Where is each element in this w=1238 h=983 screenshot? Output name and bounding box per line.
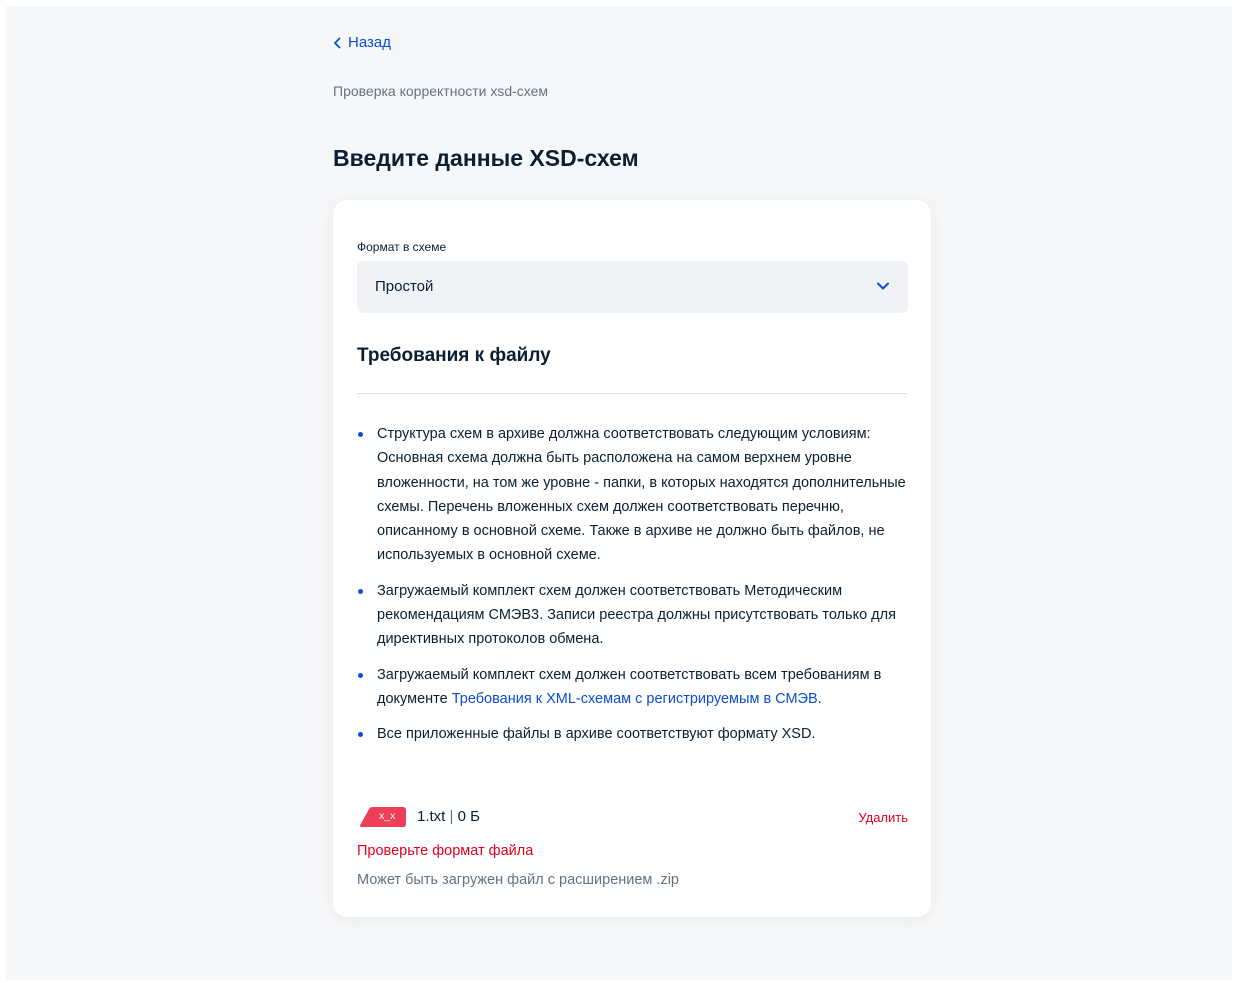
requirements-document-link[interactable]: Требования к XML-схемам с регистрируемым… xyxy=(452,691,818,707)
divider xyxy=(357,393,908,394)
file-separator: | xyxy=(449,808,454,825)
file-hint: Может быть загружен файл с расширением .… xyxy=(357,872,679,888)
format-select[interactable]: Простой xyxy=(357,261,908,313)
page-title: Введите данные XSD-схем xyxy=(333,145,639,171)
requirements-list: Структура схем в архиве должна соответст… xyxy=(357,422,908,758)
file-size: 0 Б xyxy=(457,808,480,825)
requirements-title: Требования к файлу xyxy=(357,345,551,366)
chevron-left-icon xyxy=(334,37,341,48)
requirement-item: Все приложенные файлы в архиве соответст… xyxy=(357,722,908,746)
bullet-icon xyxy=(358,588,363,594)
file-info: 1.txt | 0 Б xyxy=(417,808,480,825)
back-link[interactable]: Назад xyxy=(333,34,391,51)
uploaded-file-row: x_x 1.txt | 0 Б Удалить xyxy=(357,807,908,829)
requirement-item: Структура схем в архиве должна соответст… xyxy=(357,422,908,568)
bullet-icon xyxy=(358,732,363,738)
file-error-message: Проверьте формат файла xyxy=(357,843,534,859)
bullet-icon xyxy=(358,672,363,678)
broken-file-icon: x_x xyxy=(359,807,406,827)
file-badge-label: x_x xyxy=(379,810,396,822)
requirement-text: Все приложенные файлы в архиве соответст… xyxy=(377,726,816,743)
form-card: Формат в схеме Простой Требования к файл… xyxy=(333,200,931,917)
back-link-label[interactable]: Назад xyxy=(348,34,391,51)
requirement-item: Загружаемый комплект схем должен соответ… xyxy=(357,579,908,652)
bullet-icon xyxy=(358,432,363,437)
chevron-down-icon[interactable] xyxy=(876,281,890,291)
breadcrumb: Проверка корректности xsd-схем xyxy=(333,83,549,99)
requirement-text-end: . xyxy=(817,690,822,707)
requirement-text: Структура схем в архиве должна соответст… xyxy=(377,426,906,564)
requirement-item: Загружаемый комплект схем должен соответ… xyxy=(357,663,908,712)
requirement-text: Загружаемый комплект схем должен соответ… xyxy=(377,582,896,648)
format-select-value[interactable]: Простой xyxy=(375,278,433,295)
delete-file-button[interactable]: Удалить xyxy=(858,810,908,825)
format-field-label: Формат в схеме xyxy=(357,240,447,254)
file-name: 1.txt xyxy=(417,808,446,825)
